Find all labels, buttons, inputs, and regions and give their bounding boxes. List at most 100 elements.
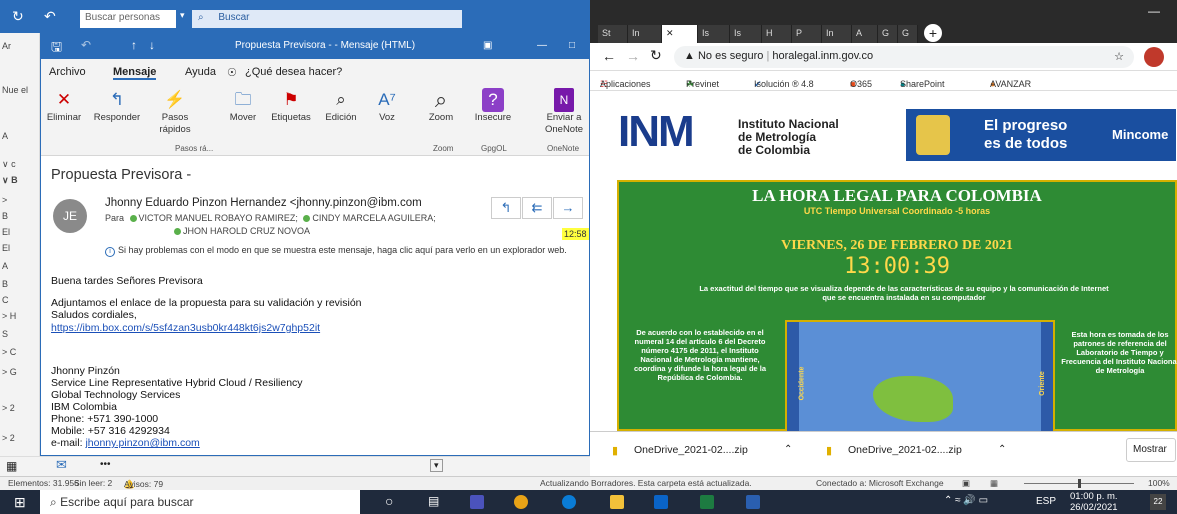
browser-tab[interactable]: A bbox=[852, 25, 878, 43]
tray-icons[interactable]: ⌃ ≈ 🔊 ▭ bbox=[944, 495, 988, 506]
clock-date[interactable]: 26/02/2021 bbox=[1070, 502, 1118, 513]
dropdown-icon[interactable]: ▾ bbox=[430, 459, 443, 472]
chevron-up-icon[interactable]: ⌃ bbox=[998, 444, 1006, 455]
normal-view-icon[interactable]: ▣ bbox=[962, 478, 970, 489]
browser-tab[interactable]: P bbox=[792, 25, 822, 43]
signature-email-link[interactable]: jhonny.pinzon@ibm.com bbox=[85, 437, 199, 449]
quick-steps-button[interactable]: ⚡ Pasos rápidos bbox=[153, 88, 197, 136]
folder-item[interactable]: Nue el bbox=[2, 85, 38, 95]
teams-icon[interactable] bbox=[470, 495, 484, 509]
voice-button[interactable]: A⁷ Voz bbox=[369, 88, 405, 124]
up-arrow-icon[interactable]: ↑ bbox=[131, 38, 137, 52]
browser-tab-active[interactable]: ✕ bbox=[662, 25, 698, 43]
chevron-up-icon[interactable]: ⌃ bbox=[784, 444, 792, 455]
folder-item[interactable]: A bbox=[2, 261, 38, 271]
onenote-button[interactable]: N Enviar a OneNote bbox=[541, 88, 587, 136]
tab-mensaje[interactable]: Mensaje bbox=[113, 66, 157, 80]
download-item[interactable]: OneDrive_2021-02....zip bbox=[848, 444, 962, 456]
star-icon[interactable]: ☆ bbox=[1114, 50, 1124, 63]
show-all-button[interactable]: Mostrar bbox=[1126, 438, 1176, 462]
browser-tab[interactable]: St bbox=[598, 25, 628, 43]
tags-button[interactable]: ⚑ Etiquetas bbox=[269, 88, 313, 124]
folder-item[interactable]: > 2 bbox=[2, 403, 38, 413]
folder-item[interactable]: > H bbox=[2, 311, 38, 321]
move-button[interactable]: 🗀 Mover bbox=[225, 88, 261, 124]
reply-button[interactable]: ↰ Responder bbox=[89, 88, 145, 124]
task-view-icon[interactable]: ▤ bbox=[428, 494, 439, 508]
taskbar-search-input[interactable]: ⌕ Escribe aquí para buscar bbox=[40, 490, 360, 514]
browser-tab[interactable]: G bbox=[898, 25, 918, 43]
sender-name[interactable]: Jhonny Eduardo Pinzon Hernandez <jhonny.… bbox=[105, 197, 422, 209]
folder-item[interactable]: B bbox=[2, 211, 38, 221]
minimize-icon[interactable]: — bbox=[537, 40, 547, 51]
forward-icon[interactable]: → bbox=[553, 197, 583, 219]
download-item[interactable]: OneDrive_2021-02....zip bbox=[634, 444, 748, 456]
tell-me-input[interactable]: ¿Qué desea hacer? bbox=[245, 66, 342, 78]
windows-start-icon[interactable]: ⊞ bbox=[14, 494, 26, 511]
cortana-icon[interactable]: ○ bbox=[385, 493, 393, 509]
back-icon[interactable]: ← bbox=[602, 48, 616, 64]
recipient[interactable]: CINDY MARCELA AGUILERA; bbox=[312, 213, 435, 223]
ribbon-display-icon[interactable]: ▣ bbox=[483, 40, 492, 51]
calendar-icon[interactable]: ▦ bbox=[6, 459, 17, 473]
excel-icon[interactable] bbox=[700, 495, 714, 509]
browser-tab[interactable]: Is bbox=[730, 25, 762, 43]
folder-item[interactable]: S bbox=[2, 329, 38, 339]
browser-tab[interactable]: H bbox=[762, 25, 792, 43]
chrome-icon[interactable] bbox=[514, 495, 528, 509]
recipient[interactable]: JHON HAROLD CRUZ NOVOA bbox=[183, 226, 310, 236]
undo-icon[interactable]: ↶ bbox=[81, 38, 91, 52]
browser-tab[interactable]: In bbox=[628, 25, 662, 43]
browser-tab[interactable]: G bbox=[878, 25, 898, 43]
reload-icon[interactable]: ↻ bbox=[650, 47, 662, 64]
profile-avatar[interactable] bbox=[1144, 47, 1164, 67]
tab-ayuda[interactable]: Ayuda bbox=[185, 66, 216, 78]
avatar[interactable]: JE bbox=[53, 199, 87, 233]
clock-time[interactable]: 01:00 p. m. bbox=[1070, 491, 1118, 502]
folder-item[interactable]: > bbox=[2, 195, 38, 205]
notification-center-icon[interactable]: 22 bbox=[1150, 494, 1166, 510]
folder-item[interactable]: C bbox=[2, 295, 38, 305]
folder-item[interactable]: > 2 bbox=[2, 433, 38, 443]
proposal-link[interactable]: https://ibm.box.com/s/5sf4zan3usb0kr448k… bbox=[51, 322, 320, 334]
more-icon[interactable]: ••• bbox=[100, 459, 111, 470]
tab-archivo[interactable]: Archivo bbox=[49, 66, 86, 78]
folder-item[interactable]: > G bbox=[2, 367, 38, 377]
minimize-icon[interactable]: — bbox=[1148, 4, 1160, 18]
insecure-button[interactable]: ? Insecure bbox=[469, 88, 517, 124]
browser-tab[interactable]: Is bbox=[698, 25, 730, 43]
down-arrow-icon[interactable]: ↓ bbox=[149, 38, 155, 52]
delete-button[interactable]: ✕ Eliminar bbox=[45, 88, 83, 124]
mail-icon[interactable]: ✉ bbox=[56, 457, 67, 473]
word-icon[interactable] bbox=[746, 495, 760, 509]
address-bar[interactable]: ▲ No es seguro | horalegal.inm.gov.co ☆ bbox=[674, 46, 1134, 68]
folder-item[interactable]: ∨ B bbox=[2, 175, 38, 186]
undo-icon[interactable]: ↶ bbox=[44, 8, 56, 25]
folder-item[interactable]: El bbox=[2, 243, 38, 253]
folder-item[interactable]: A bbox=[2, 131, 38, 141]
language-indicator[interactable]: ESP bbox=[1036, 496, 1056, 507]
edge-icon[interactable] bbox=[562, 495, 576, 509]
zoom-slider-thumb[interactable] bbox=[1078, 479, 1081, 488]
edit-button[interactable]: ⌕ Edición bbox=[321, 88, 361, 124]
new-tab-button[interactable]: + bbox=[924, 24, 942, 42]
search-people-input[interactable]: Buscar personas bbox=[80, 10, 176, 28]
folder-item[interactable]: > C bbox=[2, 347, 38, 357]
file-explorer-icon[interactable] bbox=[610, 495, 624, 509]
sync-icon[interactable]: ↻ bbox=[12, 8, 24, 25]
outlook-app-icon[interactable] bbox=[654, 495, 668, 509]
reply-all-icon[interactable]: ⇇ bbox=[522, 197, 552, 219]
search-input[interactable]: ⌕ Buscar bbox=[192, 10, 462, 28]
reply-icon[interactable]: ↰ bbox=[491, 197, 521, 219]
info-bar[interactable]: i Si hay problemas con el modo en que se … bbox=[105, 245, 567, 257]
reading-view-icon[interactable]: ▦ bbox=[990, 478, 998, 489]
recipient[interactable]: VICTOR MANUEL ROBAYO RAMIREZ; bbox=[139, 213, 298, 223]
zoom-button[interactable]: ⌕ Zoom bbox=[421, 88, 461, 124]
save-icon[interactable]: 🖫 bbox=[51, 38, 62, 60]
folder-item[interactable]: El bbox=[2, 227, 38, 237]
folder-item[interactable]: ∨ c bbox=[2, 159, 38, 170]
folder-item[interactable]: Ar bbox=[2, 41, 38, 51]
folder-item[interactable]: B bbox=[2, 279, 38, 289]
browser-tab[interactable]: In bbox=[822, 25, 852, 43]
maximize-icon[interactable]: □ bbox=[569, 40, 575, 51]
